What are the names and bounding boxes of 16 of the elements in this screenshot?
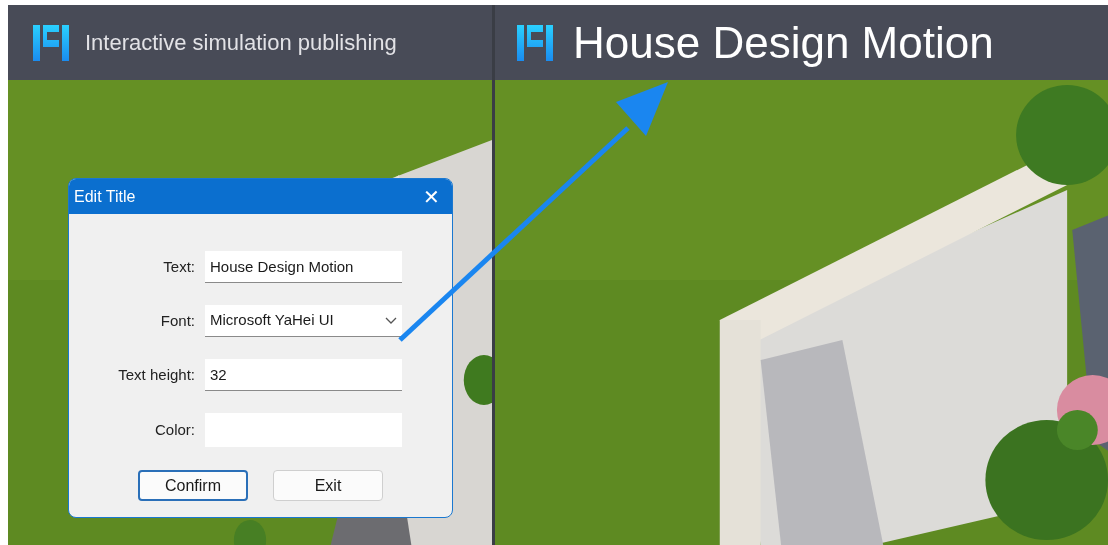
field-label: Text height: — [117, 364, 196, 385]
close-button[interactable]: ✕ — [423, 186, 440, 207]
field-label: Font: — [159, 310, 196, 331]
logo-icon — [33, 24, 69, 61]
text-field[interactable]: House Design Motion — [205, 251, 402, 283]
field-label: Text: — [162, 256, 196, 277]
confirm-button[interactable]: Confirm — [138, 470, 248, 501]
header-title: Interactive simulation publishing — [85, 29, 397, 57]
dialog-title: Edit Title — [74, 186, 136, 207]
font-dropdown[interactable]: Microsoft YaHei UI — [205, 305, 402, 337]
header-title: House Design Motion — [573, 16, 994, 69]
text-field[interactable]: 32 — [205, 359, 402, 391]
logo-icon — [517, 24, 553, 61]
exit-button[interactable]: Exit — [273, 470, 383, 501]
field-label: Color: — [154, 419, 196, 440]
chevron-down-icon — [385, 316, 397, 325]
